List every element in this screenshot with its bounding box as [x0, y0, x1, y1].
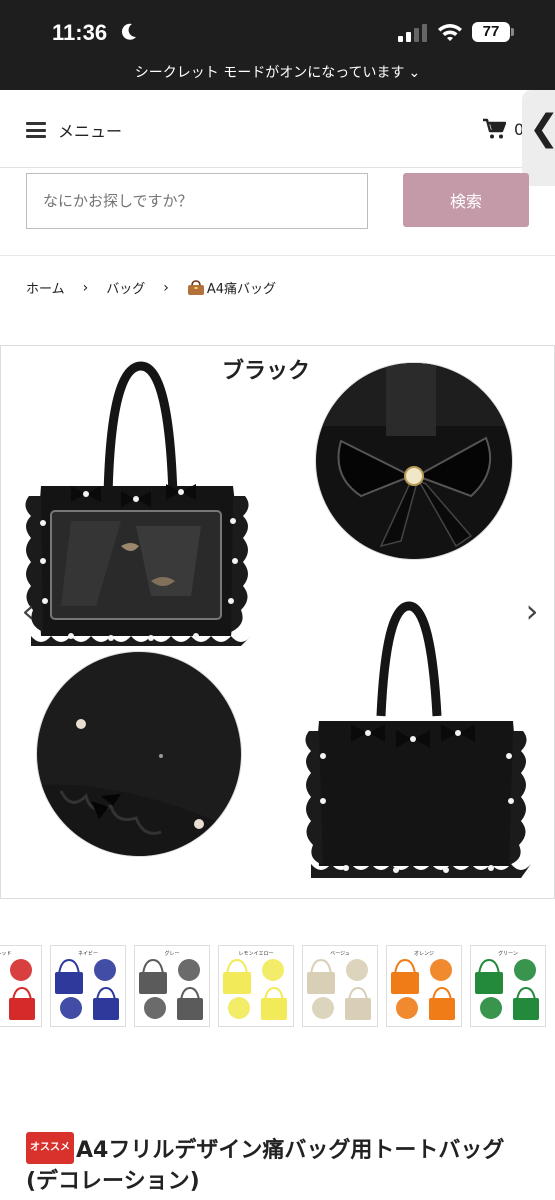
signal-icon [398, 24, 427, 42]
breadcrumb-separator: › [82, 279, 89, 296]
moon-icon [121, 23, 136, 40]
chevron-down-icon: ⌄ [408, 65, 421, 81]
svg-text:レモンイエロー: レモンイエロー [239, 951, 274, 957]
thumbnail-image: レモンイエロー [223, 951, 287, 1020]
breadcrumb-separator: › [163, 279, 169, 296]
color-thumbnail[interactable]: レモンイエロー [218, 945, 294, 1027]
clock-time: 11:36 [52, 20, 108, 45]
product-title: オススメ A4フリルデザイン痛バッグ用トートバッグ (デコレーション) [26, 1132, 531, 1197]
color-thumbnail[interactable]: ベージュ [302, 945, 378, 1027]
bag-front-body [25, 486, 251, 646]
color-thumbnail[interactable]: グリーン [470, 945, 546, 1027]
incognito-text: シークレット モードがオンになっています [134, 65, 405, 81]
product-title-text: A4フリルデザイン痛バッグ用トートバッグ (デコレーション) [26, 1138, 505, 1194]
color-thumbnails: レッド ネイビー グレー レモンイエロー ベージュ オレンジ グリーン [0, 945, 555, 1027]
search-button[interactable]: 検索 [403, 173, 529, 227]
svg-text:グリーン: グリーン [498, 950, 518, 957]
cart-button[interactable]: 0 [482, 118, 524, 140]
site-header: メニュー 0 [0, 90, 555, 168]
search-input[interactable] [26, 173, 368, 229]
color-thumbnail[interactable]: レッド [0, 945, 42, 1027]
chevron-left-icon: ❮ [529, 108, 555, 149]
recommend-badge: オススメ [26, 1132, 74, 1164]
thumbnail-image: ネイビー [55, 950, 119, 1020]
incognito-banner[interactable]: シークレット モードがオンになっています ⌄ [0, 62, 555, 90]
side-panel-tab[interactable]: ❮ [522, 90, 555, 186]
cart-icon [483, 118, 506, 139]
gallery-next-arrow[interactable]: › [517, 595, 547, 627]
status-bar: 11:36 77 [0, 0, 555, 62]
color-caption: ブラック [222, 358, 310, 384]
thumbnail-image: レッド [0, 951, 35, 1020]
thumbnail-image: グリーン [475, 950, 539, 1020]
breadcrumb-current: A4痛バッグ [206, 282, 277, 297]
battery-level: 77 [482, 23, 500, 40]
hamburger-icon [26, 122, 46, 138]
svg-text:ベージュ: ベージュ [330, 951, 350, 957]
bag-back-body [305, 721, 531, 878]
gallery-prev-arrow[interactable]: ‹ [13, 595, 43, 627]
menu-label: メニュー [58, 122, 123, 141]
thumbnail-image: グレー [139, 950, 203, 1020]
battery-cap [511, 28, 514, 36]
frill-detail-closeup [37, 652, 241, 856]
divider [0, 255, 555, 256]
wifi-icon [438, 24, 462, 41]
breadcrumb-home[interactable]: ホーム [26, 278, 65, 297]
color-thumbnail[interactable]: グレー [134, 945, 210, 1027]
svg-text:グレー: グレー [164, 950, 179, 957]
battery-icon: 77 [472, 22, 510, 42]
menu-button[interactable]: メニュー [26, 118, 122, 142]
breadcrumb: ホーム › バッグ › A4痛バッグ [26, 278, 277, 298]
svg-text:レッド: レッド [0, 951, 12, 957]
breadcrumb-bags[interactable]: バッグ [106, 278, 145, 297]
thumbnail-image: オレンジ [391, 951, 455, 1020]
color-thumbnail[interactable]: ネイビー [50, 945, 126, 1027]
thumbnail-image: ベージュ [307, 951, 371, 1020]
bow-detail-closeup [316, 363, 512, 559]
product-image-gallery[interactable]: ブラック ‹ › [0, 345, 555, 899]
product-image: ブラック [25, 358, 531, 878]
svg-text:オレンジ: オレンジ [414, 951, 434, 957]
svg-text:ネイビー: ネイビー [78, 950, 98, 957]
color-thumbnail[interactable]: オレンジ [386, 945, 462, 1027]
handbag-icon [187, 280, 204, 295]
